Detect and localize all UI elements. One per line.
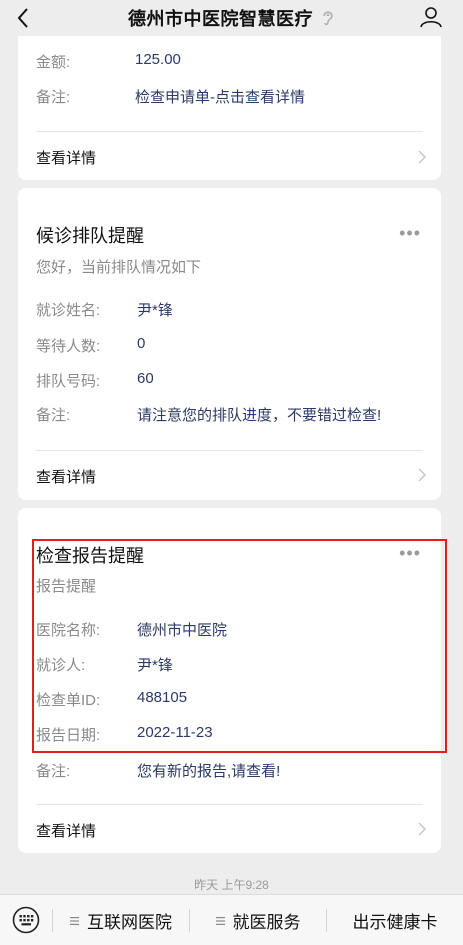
top-nav-bar: 德州市中医院智慧医疗	[0, 0, 463, 36]
keyboard-icon[interactable]	[12, 906, 40, 934]
more-options-icon[interactable]: •••	[399, 544, 421, 562]
chevron-right-icon[interactable]	[417, 821, 427, 837]
chevron-right-icon[interactable]	[417, 149, 427, 165]
menu-list-icon	[70, 916, 79, 925]
view-details-link[interactable]: 查看详情	[36, 466, 96, 487]
chevron-right-icon[interactable]	[417, 467, 427, 483]
message-card-report: 检查报告提醒 ••• 报告提醒 医院名称: 德州市中医院 就诊人: 尹*锋 检查…	[18, 508, 441, 853]
message-card-bill: 金额: 125.00 备注: 检查申请单-点击查看详情 查看详情	[18, 30, 441, 180]
page-title: 德州市中医院智慧医疗	[128, 9, 313, 29]
user-profile-icon[interactable]	[419, 5, 443, 29]
menu-medical-services[interactable]: 就医服务	[190, 895, 326, 945]
bottom-menu-bar: 互联网医院 就医服务 出示健康卡	[0, 894, 463, 945]
divider	[36, 804, 423, 805]
message-card-queue: 候诊排队提醒 ••• 您好，当前排队情况如下 就诊姓名: 尹*锋 等待人数: 0…	[18, 188, 441, 500]
menu-health-card[interactable]: 出示健康卡	[327, 895, 463, 945]
card-subtitle: 报告提醒	[36, 578, 97, 595]
back-arrow-icon[interactable]	[12, 6, 36, 30]
card-subtitle: 您好，当前排队情况如下	[36, 259, 202, 276]
menu-list-icon	[215, 916, 225, 925]
menu-internet-hospital[interactable]: 互联网医院	[53, 895, 189, 945]
card-title: 检查报告提醒	[36, 546, 144, 566]
card-title: 候诊排队提醒	[36, 226, 144, 246]
more-options-icon[interactable]: •••	[399, 224, 421, 242]
message-timestamp: 昨天 上午9:28	[194, 878, 269, 892]
view-details-link[interactable]: 查看详情	[36, 147, 96, 168]
divider	[36, 131, 423, 132]
divider	[36, 450, 423, 451]
view-details-link[interactable]: 查看详情	[36, 820, 96, 841]
ear-icon	[323, 11, 333, 26]
